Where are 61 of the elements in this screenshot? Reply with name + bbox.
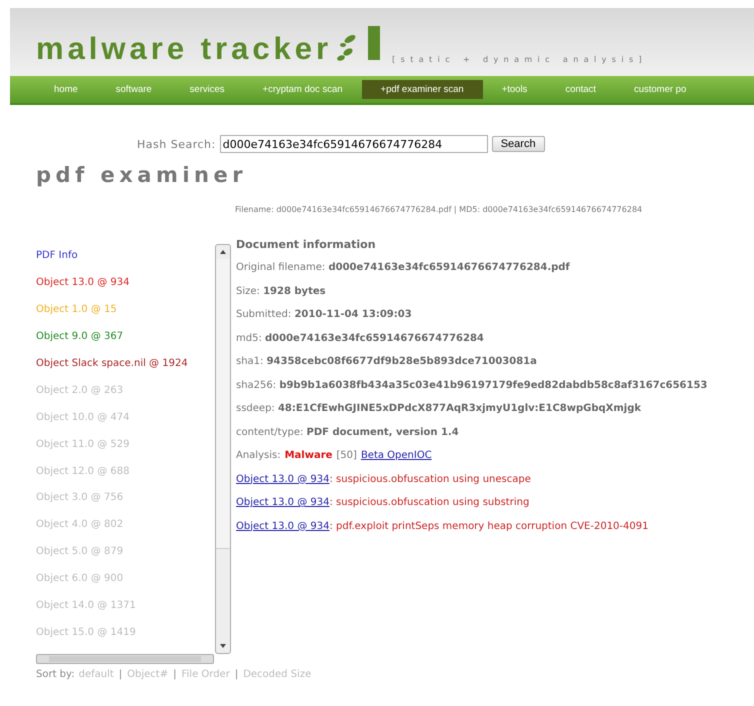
openioc-link[interactable]: Beta OpenIOC — [360, 450, 432, 461]
horizontal-scrollbar[interactable] — [36, 654, 214, 664]
object-link[interactable]: Object 3.0 @ 756 — [36, 492, 215, 520]
object-link[interactable]: Object 15.0 @ 1419 — [36, 627, 215, 654]
search-button[interactable]: Search — [492, 136, 545, 152]
logo-bar-icon — [368, 26, 380, 60]
nav-link[interactable]: customer po — [614, 80, 706, 99]
separator: | — [234, 669, 238, 680]
tagline: [static + dynamic analysis] — [392, 55, 648, 64]
logo-text: malware tracker — [36, 33, 332, 64]
nav-link[interactable]: software — [96, 80, 171, 99]
vertical-scrollbar[interactable] — [215, 244, 231, 654]
sort-link[interactable]: Object# — [127, 669, 168, 680]
object-link[interactable]: Object 13.0 @ 934 — [236, 497, 330, 508]
object-link[interactable]: Object 2.0 @ 263 — [36, 384, 215, 412]
section-heading: Document information — [236, 238, 377, 253]
object-link[interactable]: Object 4.0 @ 802 — [36, 519, 215, 546]
hash-search-field[interactable]: d000e74163e34fc65914676674776284 — [220, 135, 488, 153]
info-line: sha1: 94358cebc08f6677df9b28e5b893dce71003081a — [236, 356, 538, 369]
sort-link[interactable]: Decoded Size — [243, 669, 312, 680]
page-title: pdf examiner — [36, 163, 248, 187]
sort-link[interactable]: default — [78, 669, 114, 680]
info-line: ssdeep: 48:E1CfEwhGJINE5xDPdcX877AqR3xjmyU1glv:E1C8wpGbqXmjgk — [236, 403, 642, 416]
separator: | — [173, 669, 176, 680]
object-link[interactable]: Object 12.0 @ 688 — [36, 466, 215, 492]
object-link[interactable]: Object 5.0 @ 879 — [36, 546, 215, 574]
object-link[interactable]: Object 1.0 @ 15 — [36, 304, 215, 331]
nav-link[interactable]: +tools — [482, 80, 546, 99]
sort-label: Sort by: — [36, 669, 75, 680]
object-link[interactable]: Object 9.0 @ 367 — [36, 330, 215, 358]
finding-text: : suspicious.obfuscation using substring — [329, 497, 530, 508]
object-link[interactable]: Object Slack space.nil @ 1924 — [36, 358, 215, 385]
info-line: Original filename: d000e74163e34fc65914676674776284.pdf — [236, 262, 571, 275]
footprints-icon — [336, 32, 358, 62]
nav-link[interactable]: contact — [546, 80, 615, 99]
nav-link[interactable]: home — [10, 80, 97, 99]
verdict-text: Malware — [284, 450, 332, 461]
info-line: Submitted: 2010-11-04 13:09:03 — [236, 309, 413, 322]
nav-link[interactable]: +pdf examiner scan — [362, 80, 483, 99]
finding-text: : suspicious.obfuscation using unescape — [329, 474, 531, 484]
object-link[interactable]: Object 13.0 @ 934 — [236, 520, 330, 532]
info-line: sha256: b9b9b1a6038fb434a35c03e41b96197179fe9ed82dabdb58c8af3167c656153 — [236, 380, 708, 392]
object-link[interactable]: Object 10.0 @ 474 — [36, 412, 215, 439]
finding-text: : pdf.exploit printSeps memory heap corruption CVE-2010-4091 — [329, 520, 648, 532]
nav-link[interactable]: services — [170, 80, 244, 99]
info-line: md5: d000e74163e34fc65914676674776284 — [236, 332, 485, 346]
separator: | — [118, 669, 122, 680]
info-line: Size: 1928 bytes — [236, 286, 327, 298]
file-info: Filename: d000e74163e34fc65914676674776284.pdf | MD5: d000e74163e34fc65914676674776284 — [235, 205, 644, 214]
info-line: content/type: PDF document, version 1.4 — [236, 426, 460, 440]
object-link[interactable]: Object 14.0 @ 1371 — [36, 600, 215, 628]
object-link[interactable]: Object 6.0 @ 900 — [36, 573, 215, 600]
object-link[interactable]: Object 11.0 @ 529 — [36, 438, 215, 466]
sort-link[interactable]: File Order — [181, 669, 230, 680]
search-label: Hash Search: — [137, 138, 216, 150]
pdf-info-link[interactable]: PDF Info — [36, 250, 215, 277]
analysis-label: Analysis: — [236, 450, 281, 461]
nav-link[interactable]: +cryptam doc scan — [244, 80, 362, 99]
object-link[interactable]: Object 13.0 @ 934 — [236, 474, 330, 484]
object-link[interactable]: Object 13.0 @ 934 — [36, 276, 215, 304]
score-text: [50] — [336, 450, 357, 461]
